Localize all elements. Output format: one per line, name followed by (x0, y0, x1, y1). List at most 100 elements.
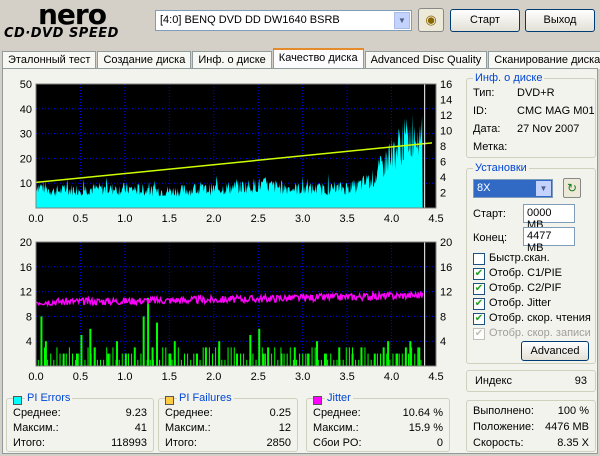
y-left-tick-label: 4 (26, 336, 32, 348)
speed-label: Скорость: (473, 437, 524, 449)
pif-bar (314, 347, 316, 366)
pif-bar (280, 347, 282, 366)
option-checkbox-5: ✔ (473, 328, 485, 340)
progress-group: Выполнено: 100 % Положение: 4476 MB Скор… (466, 400, 596, 452)
pif-bar (380, 353, 381, 366)
tab-0[interactable]: Эталонный тест (2, 51, 97, 69)
pif-bar (193, 353, 195, 366)
pif-bar (184, 353, 185, 366)
disc-info-title: Инф. о диске (473, 72, 545, 84)
pif-bar (404, 353, 406, 366)
pif-bar (302, 353, 304, 366)
pif-jitter-chart: 0.0 0.5 1.0 1.5 2.0 2.5 3.0 3.5 4.0 4.5 4 8 12 16 20 4 8… (20, 237, 453, 383)
po-failures-value: 0 (436, 437, 443, 449)
pif-bar (56, 347, 58, 366)
option-label-3: Отобр. Jitter (489, 297, 551, 309)
pif-bar (109, 353, 111, 366)
end-label: Конец: (473, 232, 508, 244)
option-checkbox-1[interactable]: ✔ (473, 268, 485, 280)
tab-4[interactable]: Advanced Disc Quality (364, 51, 488, 69)
pif-bar (277, 359, 279, 366)
pif-bar (146, 359, 148, 366)
pif-bar (152, 359, 154, 366)
refresh-icon: ↻ (566, 181, 578, 195)
pif-bar (249, 359, 251, 366)
pif-bar (50, 353, 52, 366)
pif-bar (327, 359, 329, 366)
pif-bar (271, 353, 273, 366)
tab-1[interactable]: Создание диска (97, 51, 192, 69)
pif-bar (255, 359, 257, 366)
pif-bar (224, 359, 226, 366)
option-checkbox-2[interactable]: ✔ (473, 283, 485, 295)
date-value: 27 Nov 2007 (517, 123, 580, 135)
speed-select-value: 8X (477, 182, 491, 194)
settings-title: Установки (473, 162, 529, 174)
pif-bar (324, 353, 327, 366)
x-tick-label: 3.0 (295, 371, 310, 383)
pif-bar (389, 359, 391, 366)
pif-bar (262, 353, 265, 366)
pie-max-value: 41 (134, 422, 147, 434)
pif-bar (112, 347, 114, 366)
x-tick-label: 4.5 (428, 213, 443, 225)
pif-bar (227, 347, 229, 366)
start-input[interactable]: 0000 MB (523, 204, 575, 231)
index-group: Индекс 93 (466, 370, 596, 392)
y-right-tick-label: 6 (440, 157, 446, 169)
tab-2[interactable]: Инф. о диске (192, 51, 272, 69)
advanced-button[interactable]: Advanced (521, 341, 589, 361)
tab-3[interactable]: Качество диска (272, 48, 364, 69)
disc-icon: ◉ (425, 12, 437, 27)
nero-logo: nero CD·DVD SPEED (4, 0, 144, 42)
pif-bar (106, 347, 108, 366)
pif-bar (169, 353, 172, 366)
jitter-avg-label: Среднее: (313, 407, 361, 419)
pif-bar (417, 347, 419, 366)
pif-bar (376, 353, 378, 366)
drive-info-button[interactable]: ◉ (418, 8, 444, 32)
pif-bar (90, 353, 92, 366)
pif-bar (159, 359, 161, 366)
speed-select[interactable]: 8X ▼ (473, 179, 553, 198)
id-label: ID: (473, 105, 488, 117)
drive-select[interactable]: [4:0] BENQ DVD DD DW1640 BSRB ▼ (155, 10, 412, 31)
logo-text-bottom: CD·DVD SPEED (4, 26, 119, 41)
pif-bar (68, 347, 70, 366)
y-left-tick-label: 20 (20, 153, 32, 165)
pif-bar (398, 353, 400, 366)
option-checkbox-0[interactable] (473, 253, 485, 265)
x-tick-label: 4.0 (384, 213, 399, 225)
pif-avg-value: 0.25 (269, 407, 291, 419)
pif-bar (156, 353, 157, 366)
chevron-down-icon[interactable]: ▼ (536, 181, 551, 196)
x-tick-label: 4.5 (428, 371, 443, 383)
pif-bar (361, 353, 363, 366)
option-checkbox-4[interactable]: ✔ (473, 313, 485, 325)
pif-bar (84, 359, 86, 366)
y-left-tick-label: 12 (20, 287, 32, 299)
pif-bar (352, 347, 353, 366)
tab-5[interactable]: Сканирование диска (488, 51, 600, 69)
chevron-down-icon[interactable]: ▼ (394, 12, 410, 29)
pif-bar (293, 347, 296, 366)
pif-bar (40, 316, 43, 366)
x-tick-label: 0.0 (28, 371, 43, 383)
pif-bar (103, 359, 105, 366)
exit-button[interactable]: Выход (525, 9, 595, 32)
settings-group: Установки 8X ▼ ↻ Старт: 0000 MB Конец: 4… (466, 162, 596, 364)
pif-bar (236, 359, 238, 366)
pif-bar (118, 359, 120, 366)
option-checkbox-3[interactable]: ✔ (473, 298, 485, 310)
done-value: 100 % (557, 405, 589, 417)
pie-total-label: Итого: (13, 437, 45, 449)
pif-bar (355, 359, 357, 366)
jitter-group: Jitter Среднее: 10.64 % Максим.: 15.9 % … (306, 392, 450, 452)
pif-bar (392, 353, 394, 366)
pif-bar (128, 353, 129, 366)
refresh-speed-button[interactable]: ↻ (563, 178, 581, 198)
start-button[interactable]: Старт (450, 9, 520, 32)
pif-bar (76, 353, 78, 366)
end-input[interactable]: 4477 MB (523, 227, 575, 254)
pif-bar (62, 359, 64, 366)
